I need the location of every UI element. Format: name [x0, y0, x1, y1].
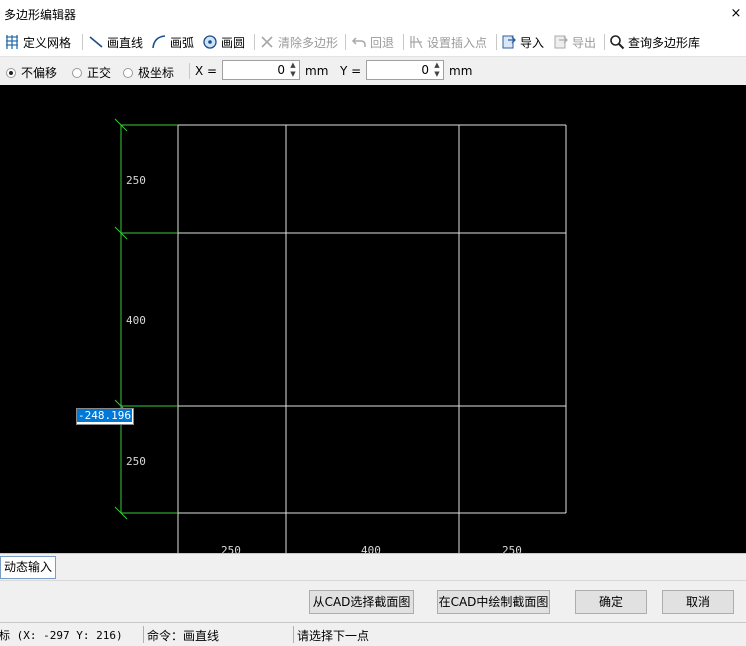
- dynamic-input-field[interactable]: -248.196: [76, 408, 134, 425]
- x-stepper[interactable]: 0 ▲ ▼: [222, 60, 300, 80]
- set-insert-point-label: 设置插入点: [427, 35, 488, 50]
- export-button[interactable]: 导出: [553, 32, 596, 52]
- toolbar-separator: [403, 34, 404, 50]
- draw-arc-label: 画弧: [170, 35, 195, 50]
- radio-orthogonal[interactable]: 正交: [72, 64, 111, 81]
- status-bar: 坐标 (X: -297 Y: 216) 命令：画直线 请选择下一点: [0, 622, 746, 646]
- undo-button[interactable]: 回退: [351, 32, 394, 52]
- col-dim-label: 250: [221, 544, 241, 553]
- export-label: 导出: [572, 35, 597, 50]
- radio-unchecked-icon: [123, 67, 133, 78]
- status-separator: [293, 626, 294, 643]
- y-unit: mm: [449, 64, 473, 78]
- tab-dynamic-input[interactable]: 动态输入: [0, 556, 57, 579]
- toolbar: 定义网格 画直线 画弧 画圆 清除多边形 回退 设置插入点 导入 导出 查询多边…: [0, 28, 746, 57]
- search-icon: [610, 35, 625, 50]
- grid-drawing: 250 400 250 250 400 250: [114, 118, 567, 553]
- radio-polar[interactable]: 极坐标: [123, 64, 174, 81]
- insert-point-icon: [410, 36, 423, 49]
- y-stepper[interactable]: 0 ▲ ▼: [366, 60, 444, 80]
- draw-line-label: 画直线: [107, 35, 144, 50]
- define-grid-label: 定义网格: [23, 35, 72, 50]
- toolbar-separator: [345, 34, 346, 50]
- draw-in-cad-button[interactable]: 在CAD中绘制截面图: [437, 590, 550, 614]
- draw-line-button[interactable]: 画直线: [88, 32, 143, 52]
- col-dim-label: 400: [361, 544, 381, 553]
- options-separator: [189, 63, 190, 79]
- line-icon: [89, 36, 103, 48]
- import-icon: [502, 35, 516, 49]
- dynamic-input-value: -248.196: [77, 409, 132, 422]
- radio-polar-label: 极坐标: [138, 66, 175, 80]
- draw-circle-label: 画圆: [221, 35, 246, 50]
- import-button[interactable]: 导入: [501, 32, 544, 52]
- y-value: 0: [421, 63, 429, 77]
- radio-no-offset-label: 不偏移: [21, 66, 58, 80]
- drawing-canvas[interactable]: 250 400 250 250 400 250 -248.196: [0, 85, 746, 553]
- x-value: 0: [277, 63, 285, 77]
- clear-polygon-label: 清除多边形: [278, 35, 339, 50]
- ok-button[interactable]: 确定: [575, 590, 647, 614]
- x-label: X =: [195, 64, 218, 78]
- undo-icon: [351, 37, 366, 47]
- col-dim-label: 250: [502, 544, 522, 553]
- toolbar-separator: [604, 34, 605, 50]
- tab-bar: 动态输入: [0, 553, 746, 580]
- export-icon: [554, 35, 568, 49]
- query-library-label: 查询多边形库: [628, 35, 701, 50]
- cancel-button[interactable]: 取消: [662, 590, 734, 614]
- grid-lines: [177, 124, 567, 553]
- toolbar-separator: [82, 34, 83, 50]
- window-title: 多边形编辑器: [4, 8, 77, 22]
- spin-arrows-icon[interactable]: ▲ ▼: [287, 61, 299, 79]
- title-bar: 多边形编辑器 ×: [0, 0, 746, 28]
- radio-checked-icon: [6, 67, 16, 78]
- spin-arrows-icon[interactable]: ▲ ▼: [431, 61, 443, 79]
- clear-icon: [261, 36, 273, 48]
- clear-polygon-button[interactable]: 清除多边形: [259, 32, 338, 52]
- dimension-lines: [114, 118, 178, 520]
- set-insert-point-button[interactable]: 设置插入点: [408, 32, 487, 52]
- select-from-cad-button[interactable]: 从CAD选择截面图: [309, 590, 414, 614]
- undo-label: 回退: [370, 35, 395, 50]
- button-area: 从CAD选择截面图 在CAD中绘制截面图 确定 取消: [0, 580, 746, 623]
- define-grid-button[interactable]: 定义网格: [4, 32, 71, 52]
- x-unit: mm: [305, 64, 329, 78]
- status-coordinates: 坐标 (X: -297 Y: 216): [0, 629, 123, 642]
- toolbar-separator: [254, 34, 255, 50]
- radio-orthogonal-label: 正交: [87, 66, 112, 80]
- draw-circle-button[interactable]: 画圆: [202, 32, 245, 52]
- status-command: 命令：画直线: [147, 629, 220, 643]
- row-dim-label: 250: [126, 174, 146, 187]
- import-label: 导入: [520, 35, 545, 50]
- circle-icon: [203, 35, 217, 49]
- status-prompt: 请选择下一点: [297, 629, 370, 643]
- arc-icon: [152, 35, 166, 49]
- y-label: Y =: [340, 64, 362, 78]
- radio-no-offset[interactable]: 不偏移: [6, 64, 57, 81]
- row-dim-label: 250: [126, 455, 146, 468]
- draw-arc-button[interactable]: 画弧: [151, 32, 194, 52]
- radio-unchecked-icon: [72, 67, 82, 78]
- grid-icon: [6, 35, 18, 49]
- status-separator: [143, 626, 144, 643]
- options-bar: 不偏移 正交 极坐标 X = 0 ▲ ▼ mm Y = 0 ▲ ▼ mm: [0, 57, 746, 85]
- close-icon[interactable]: ×: [726, 4, 746, 24]
- toolbar-separator: [496, 34, 497, 50]
- row-dim-label: 400: [126, 314, 146, 327]
- query-library-button[interactable]: 查询多边形库: [609, 32, 700, 52]
